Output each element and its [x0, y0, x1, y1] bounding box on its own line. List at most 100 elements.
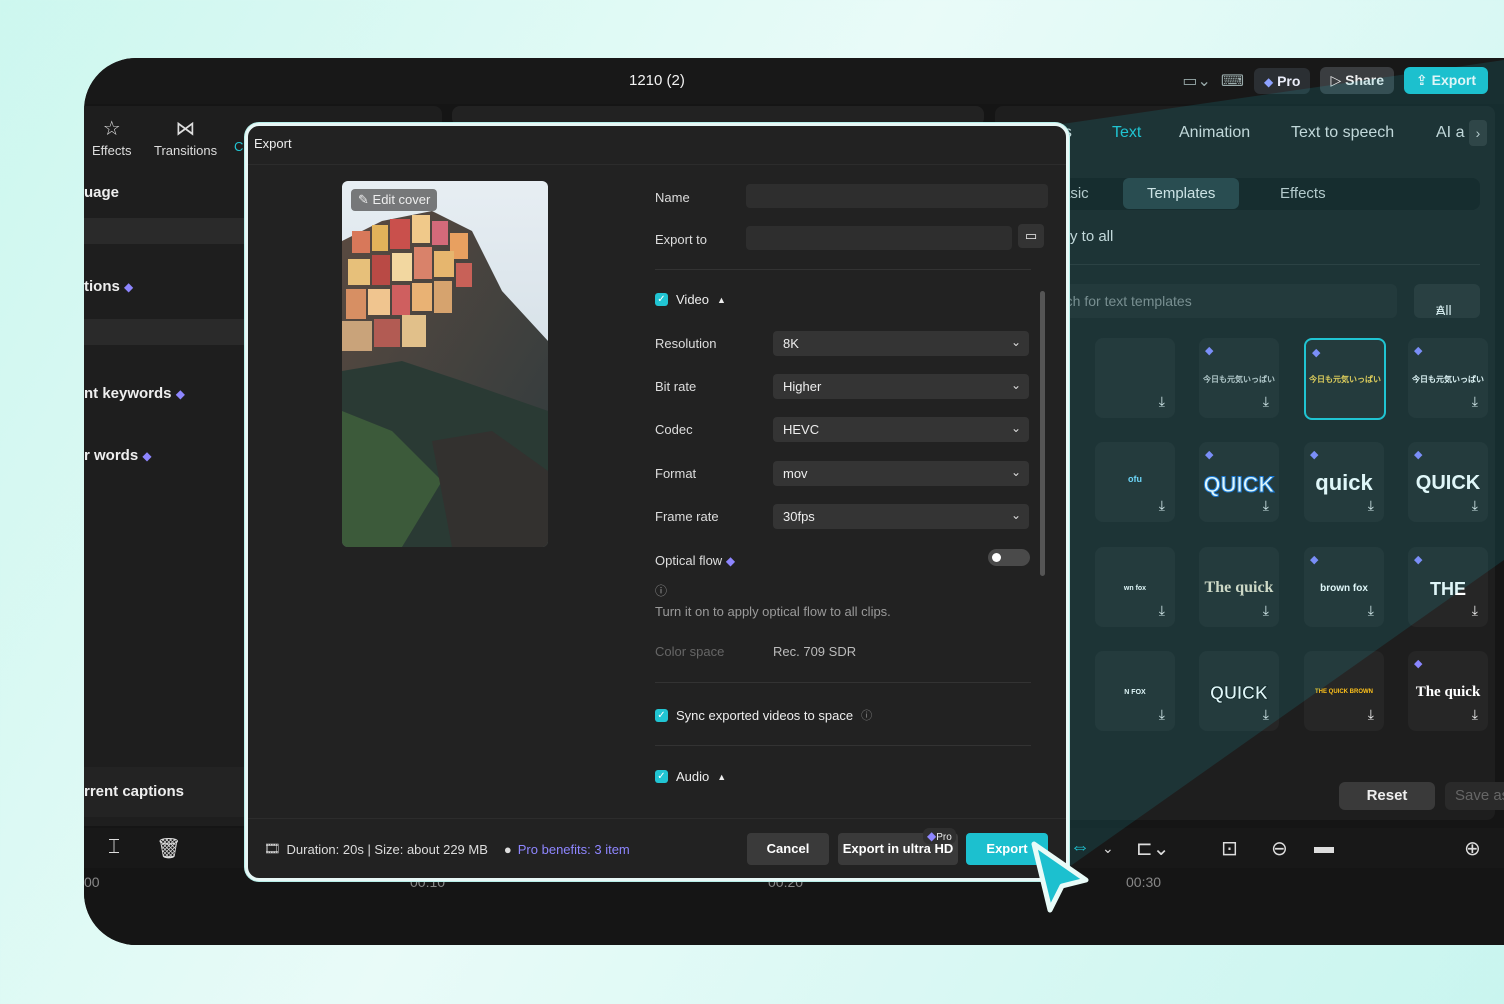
optical-flow-toggle[interactable] — [988, 549, 1030, 566]
template-text: wn fox — [1123, 585, 1147, 592]
help-icon[interactable]: ⓘ — [861, 707, 872, 723]
codec-label: Codec — [655, 422, 693, 437]
subtab-effects[interactable]: Effects — [1280, 185, 1326, 202]
download-icon[interactable]: ⤓ — [1472, 602, 1478, 619]
template-tile[interactable]: N FOX ⤓ — [1095, 651, 1175, 731]
download-icon[interactable]: ⤓ — [1159, 706, 1165, 723]
effects-tool[interactable]: ☆ Effects — [92, 116, 132, 158]
title-bar-actions: ▭⌄ ⌨ ◆ Pro ▷ Share ⇪ Export — [1182, 67, 1488, 94]
sync-row[interactable]: ✓ Sync exported videos to space ⓘ — [655, 707, 872, 723]
diamond-icon: ◆ — [927, 829, 937, 843]
download-icon[interactable]: ⤓ — [1263, 706, 1269, 723]
audio-checkbox[interactable]: ✓ — [655, 770, 668, 783]
preview-icon[interactable]: ⊡ — [1221, 836, 1238, 861]
template-text: QUICK — [1415, 472, 1481, 494]
template-tile[interactable]: THE QUICK BROWN ⤓ — [1304, 651, 1384, 731]
download-icon[interactable]: ⤓ — [1368, 706, 1374, 723]
lp-item-words[interactable]: r words ◆ — [84, 447, 152, 464]
cover-image[interactable]: ✎ Edit cover — [342, 181, 548, 547]
chevron-down-icon[interactable]: ⌄ — [1102, 840, 1114, 857]
share-icon: ▷ — [1330, 72, 1342, 88]
pro-button[interactable]: ◆ Pro — [1253, 67, 1311, 94]
chevron-right-icon[interactable]: › — [1469, 120, 1487, 146]
keyboard-icon[interactable]: ⌨ — [1221, 71, 1244, 91]
template-tile[interactable]: ◆ The quick ⤓ — [1408, 651, 1488, 731]
export-path-input[interactable] — [746, 226, 1012, 250]
template-tile[interactable]: The quick ⤓ — [1199, 547, 1279, 627]
share-button[interactable]: ▷ Share — [1320, 67, 1395, 94]
template-tile-selected[interactable]: ◆ 今日も元気いっぱい — [1304, 338, 1386, 420]
split-icon[interactable]: ⌶ — [108, 836, 120, 859]
diamond-icon: ◆ — [1205, 345, 1214, 357]
template-tile[interactable]: ◆ QUICK ⤓ — [1408, 442, 1488, 522]
name-input[interactable] — [746, 184, 1048, 208]
download-icon[interactable]: ⤓ — [1472, 706, 1478, 723]
timeline-ruler[interactable]: 00 00:10 00:20 00:30 — [84, 870, 1504, 945]
framerate-select[interactable]: 30fps ⌄ — [773, 504, 1029, 529]
tab-text[interactable]: Text — [1112, 124, 1141, 142]
export-summary: 🎞 Duration: 20s | Size: about 229 MB ● P… — [264, 841, 630, 857]
template-tile[interactable]: ◆ 今日も元気いっぱい ⤓ — [1199, 338, 1279, 418]
format-select[interactable]: mov ⌄ — [773, 461, 1029, 486]
download-icon[interactable]: ⤓ — [1263, 602, 1269, 619]
tab-text-to-speech[interactable]: Text to speech — [1291, 124, 1394, 142]
template-tile[interactable]: QUICK ⤓ — [1199, 651, 1279, 731]
template-tile[interactable]: ◆ quick ⤓ — [1304, 442, 1384, 522]
trash-icon[interactable]: 🗑 — [156, 836, 181, 861]
scrollbar[interactable] — [1040, 291, 1045, 576]
apply-to-all[interactable]: y to all — [1070, 228, 1113, 245]
template-tile[interactable]: ◆ QUICK ⤓ — [1199, 442, 1279, 522]
download-icon[interactable]: ⤓ — [1368, 602, 1374, 619]
download-icon[interactable]: ⤓ — [1263, 497, 1269, 514]
template-tile[interactable]: ⤓ — [1095, 338, 1175, 418]
filter-button[interactable]: All ⩸ — [1414, 284, 1480, 318]
transitions-tool[interactable]: ⋈ Transitions — [154, 116, 217, 158]
zoom-slider-icon[interactable]: ▬ — [1314, 836, 1334, 859]
cancel-button[interactable]: Cancel — [747, 833, 829, 865]
lp-item-options[interactable]: tions ◆ — [84, 278, 133, 295]
zoom-out-icon[interactable]: ⊖ — [1271, 836, 1288, 861]
divider — [655, 745, 1031, 746]
template-tile[interactable]: wn fox ⤓ — [1095, 547, 1175, 627]
tab-animation[interactable]: Animation — [1179, 124, 1250, 142]
export-top-button[interactable]: ⇪ Export — [1404, 67, 1488, 94]
subtab-templates[interactable]: Templates — [1123, 178, 1240, 209]
captions-tool[interactable]: C — [234, 139, 243, 154]
download-icon[interactable]: ⤓ — [1368, 497, 1374, 514]
audio-label: Audio — [676, 769, 710, 784]
template-tile[interactable]: ofu ⤓ — [1095, 442, 1175, 522]
audio-section-header[interactable]: ✓ Audio ▲ — [655, 769, 726, 784]
template-tile[interactable]: ◆ brown fox ⤓ — [1304, 547, 1384, 627]
download-icon[interactable]: ⤓ — [1472, 497, 1478, 514]
bitrate-select[interactable]: Higher ⌄ — [773, 374, 1029, 399]
edit-cover-button[interactable]: ✎ Edit cover — [351, 189, 438, 211]
right-panel: ns Text Animation Text to speech AI a › … — [995, 106, 1504, 820]
template-tile[interactable]: ◆ 今日も元気いっぱい ⤓ — [1408, 338, 1488, 418]
help-icon[interactable]: ⓘ — [655, 582, 667, 599]
pro-benefits-link[interactable]: Pro benefits: 3 item — [518, 842, 630, 857]
download-icon[interactable]: ⤓ — [1159, 602, 1165, 619]
resolution-select[interactable]: 8K ⌄ — [773, 331, 1029, 356]
reset-button[interactable]: Reset — [1339, 782, 1435, 810]
zoom-in-icon[interactable]: ⊕ — [1464, 836, 1481, 861]
template-tile[interactable]: ◆ THE ⤓ — [1408, 547, 1488, 627]
save-preset-button[interactable]: Save as preset — [1445, 782, 1504, 810]
download-icon[interactable]: ⤓ — [1159, 497, 1165, 514]
lp-band — [84, 319, 244, 345]
framerate-label: Frame rate — [655, 509, 719, 524]
video-section-header[interactable]: ✓ Video ▲ — [655, 292, 726, 307]
pro-badge: ◆Pro — [923, 828, 956, 844]
codec-select[interactable]: HEVC ⌄ — [773, 417, 1029, 442]
download-icon[interactable]: ⤓ — [1472, 393, 1478, 410]
layout-icon[interactable]: ▭⌄ — [1182, 71, 1211, 91]
download-icon[interactable]: ⤓ — [1263, 393, 1269, 410]
lp-item-keywords[interactable]: nt keywords ◆ — [84, 385, 185, 402]
lp-item-language[interactable]: uage — [84, 184, 119, 201]
snap-icon[interactable]: ⊏⌄ — [1136, 836, 1170, 861]
folder-icon[interactable]: ▭ — [1018, 224, 1044, 248]
video-checkbox[interactable]: ✓ — [655, 293, 668, 306]
sync-checkbox[interactable]: ✓ — [655, 708, 668, 722]
tab-ai[interactable]: AI a — [1436, 124, 1464, 142]
chevron-down-icon: ⌄ — [1010, 421, 1021, 435]
download-icon[interactable]: ⤓ — [1159, 393, 1165, 410]
